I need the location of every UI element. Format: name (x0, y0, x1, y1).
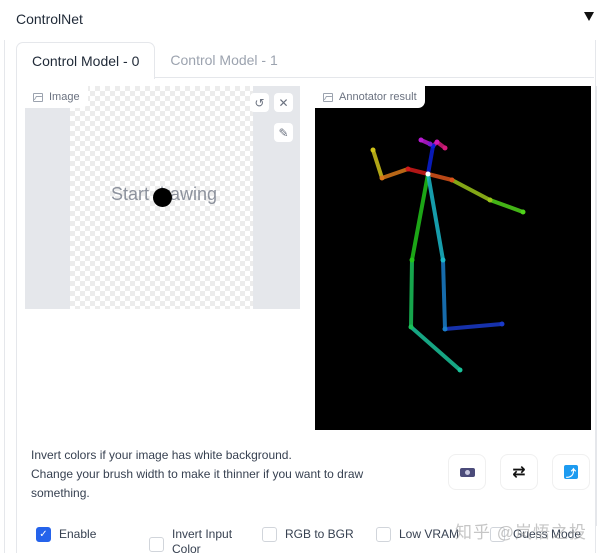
tab-control-model-1[interactable]: Control Model - 1 (155, 42, 292, 78)
pose-keypoint-l_knee (442, 326, 448, 332)
image-panel-label-text: Image (49, 91, 80, 103)
pose-keypoint-r_ear (418, 137, 424, 143)
pose-limb-l_hip-l_knee (441, 258, 447, 331)
pose-keypoint-l_hip (440, 257, 446, 263)
pose-keypoint-r_hip (409, 257, 415, 263)
pose-keypoint-l_elbow (487, 197, 493, 203)
swap-dimensions-button[interactable]: ⇄ (500, 454, 538, 490)
enable-label: Enable (59, 527, 97, 541)
pose-limb-r_hip-r_knee (409, 258, 414, 329)
image-input-canvas[interactable]: Image Start drawing ↺ ✕ ✎ (25, 86, 300, 309)
pose-limb-l_shoulder-l_elbow (450, 178, 492, 202)
send-dimensions-button[interactable]: ⤴ (552, 454, 590, 490)
low-vram-checkbox[interactable]: Low VRAM (376, 527, 459, 542)
pose-limb-r_elbow-r_wrist (371, 148, 384, 180)
pose-limb-neck-l_shoulder (426, 172, 454, 182)
pose-skeleton (370, 137, 526, 373)
pose-limb-neck-r_hip (410, 172, 430, 262)
rgb-to-bgr-checkbox[interactable]: RGB to BGR (262, 527, 354, 542)
pose-limb-l_elbow-l_wrist (488, 198, 525, 214)
close-icon: ✕ (278, 95, 289, 110)
watermark: 知乎 @岚悟之投 (455, 523, 587, 542)
pose-keypoint-r_ankle (457, 367, 463, 373)
checkbox-box[interactable] (376, 527, 391, 542)
help-text: Invert colors if your image has white ba… (31, 446, 411, 503)
pose-keypoint-l_eye (434, 139, 440, 145)
checkbox-checked-icon[interactable]: ✓ (36, 527, 51, 542)
pose-limb-neck-r_shoulder (406, 167, 430, 176)
low-vram-label: Low VRAM (399, 527, 460, 541)
send-icon: ⤴ (564, 465, 578, 480)
pose-keypoint-neck (425, 171, 431, 177)
pose-limb-l_knee-l_ankle (443, 322, 504, 331)
image-icon (323, 92, 333, 102)
help-line-1: Invert colors if your image has white ba… (31, 448, 292, 462)
clear-button[interactable]: ✕ (274, 93, 293, 112)
brush-cursor (153, 188, 172, 207)
camera-icon (459, 467, 475, 477)
undo-button[interactable]: ↺ (250, 93, 269, 112)
pose-limb-r_shoulder-r_elbow (380, 167, 410, 180)
tab-panel-border (16, 77, 17, 553)
pose-limb-r_knee-r_ankle (409, 325, 462, 372)
pose-keypoint-l_wrist (520, 209, 526, 215)
undo-icon: ↺ (254, 95, 265, 110)
swap-icon: ⇄ (512, 464, 526, 481)
annotator-panel-label-text: Annotator result (339, 91, 417, 103)
help-line-2: Change your brush width to make it thinn… (31, 467, 364, 500)
panel-border (596, 86, 597, 526)
tab-control-model-0[interactable]: Control Model - 0 (16, 42, 156, 79)
tab-bar: Control Model - 0 Control Model - 1 (16, 42, 293, 79)
pose-keypoint-l_ankle (499, 321, 505, 327)
camera-button[interactable] (448, 454, 486, 490)
pose-keypoint-l_shoulder (449, 177, 455, 183)
pose-limb-neck-l_hip (426, 172, 445, 262)
invert-input-color-checkbox[interactable]: Invert Input Color (149, 527, 252, 553)
pose-keypoint-r_knee (408, 324, 414, 330)
tab-divider (154, 77, 594, 78)
enable-checkbox[interactable]: ✓ Enable (36, 527, 96, 542)
pose-keypoint-r_elbow (379, 175, 385, 181)
checkbox-box[interactable] (262, 527, 277, 542)
accordion-toggle-icon[interactable] (584, 12, 594, 21)
accordion-title[interactable]: ControlNet (16, 11, 83, 27)
pose-keypoint-r_eye (427, 141, 433, 147)
rgb-to-bgr-label: RGB to BGR (285, 527, 354, 541)
pose-limb-neck-nose (426, 144, 435, 176)
image-panel-label: Image (25, 86, 88, 108)
pose-keypoint-r_shoulder (405, 166, 411, 172)
brush-button[interactable]: ✎ (274, 123, 293, 142)
annotator-result-panel: Annotator result (315, 86, 591, 430)
annotator-panel-label: Annotator result (315, 86, 425, 108)
brush-icon: ✎ (278, 125, 289, 140)
image-icon (33, 92, 43, 102)
pose-keypoint-l_ear (442, 145, 448, 151)
pose-keypoint-r_wrist (370, 147, 376, 153)
invert-input-color-label: Invert Input Color (172, 527, 233, 553)
checkbox-box[interactable] (149, 537, 164, 552)
